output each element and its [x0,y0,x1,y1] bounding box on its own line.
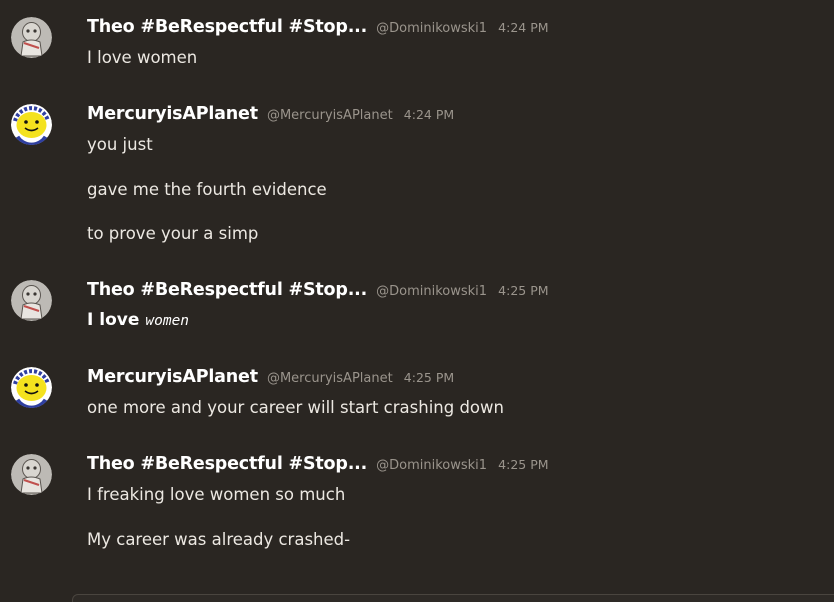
message-text: one more and your career will start cras… [87,398,504,417]
author-name[interactable]: Theo #BeRespectful #Stop... [87,280,367,300]
timestamp: 4:24 PM [498,20,549,35]
author-name[interactable]: Theo #BeRespectful #Stop... [87,17,367,37]
author-name[interactable]: MercuryisAPlanet [87,367,258,387]
message-header: Theo #BeRespectful #Stop... @Dominikowsk… [87,454,549,478]
user-avatar[interactable] [11,104,52,145]
message-text: My career was already crashed- [87,530,351,549]
message-header: MercuryisAPlanet @MercuryisAPlanet 4:25 … [87,367,454,391]
user-avatar[interactable] [11,367,52,408]
user-avatar[interactable] [11,17,52,58]
message-text: I freaking love women so much [87,485,346,504]
yellow-smiley-avatar-icon [11,104,52,145]
author-handle[interactable]: @Dominikowski1 [376,284,487,299]
bold-text: I love [87,310,140,330]
timestamp: 4:25 PM [403,370,455,385]
timestamp: 4:25 PM [498,457,549,472]
author-name[interactable]: MercuryisAPlanet [87,104,258,124]
author-handle[interactable]: @MercuryisAPlanet [267,108,393,123]
user-avatar[interactable] [11,280,52,321]
italic-text: women [145,313,190,329]
sketch-character-avatar-icon [11,454,52,495]
timestamp: 4:25 PM [498,283,549,298]
author-handle[interactable]: @Dominikowski1 [376,21,487,36]
yellow-smiley-avatar-icon [11,367,52,408]
message-header: MercuryisAPlanet @MercuryisAPlanet 4:24 … [87,104,454,128]
message-text: I love women [87,48,198,67]
author-handle[interactable]: @MercuryisAPlanet [267,371,393,386]
timestamp: 4:24 PM [403,107,455,122]
message-text: I love women [87,310,189,330]
message-composer[interactable] [72,594,834,602]
message-header: Theo #BeRespectful #Stop... @Dominikowsk… [87,17,549,41]
author-name[interactable]: Theo #BeRespectful #Stop... [87,454,367,474]
message-feed: Theo #BeRespectful #Stop... @Dominikowsk… [0,0,834,602]
sketch-character-avatar-icon [11,17,52,58]
message-text: gave me the fourth evidence [87,180,327,199]
message-text: you just [87,135,153,154]
message-text: to prove your a simp [87,224,259,243]
message-header: Theo #BeRespectful #Stop... @Dominikowsk… [87,280,549,304]
user-avatar[interactable] [11,454,52,495]
sketch-character-avatar-icon [11,280,52,321]
author-handle[interactable]: @Dominikowski1 [376,458,487,473]
